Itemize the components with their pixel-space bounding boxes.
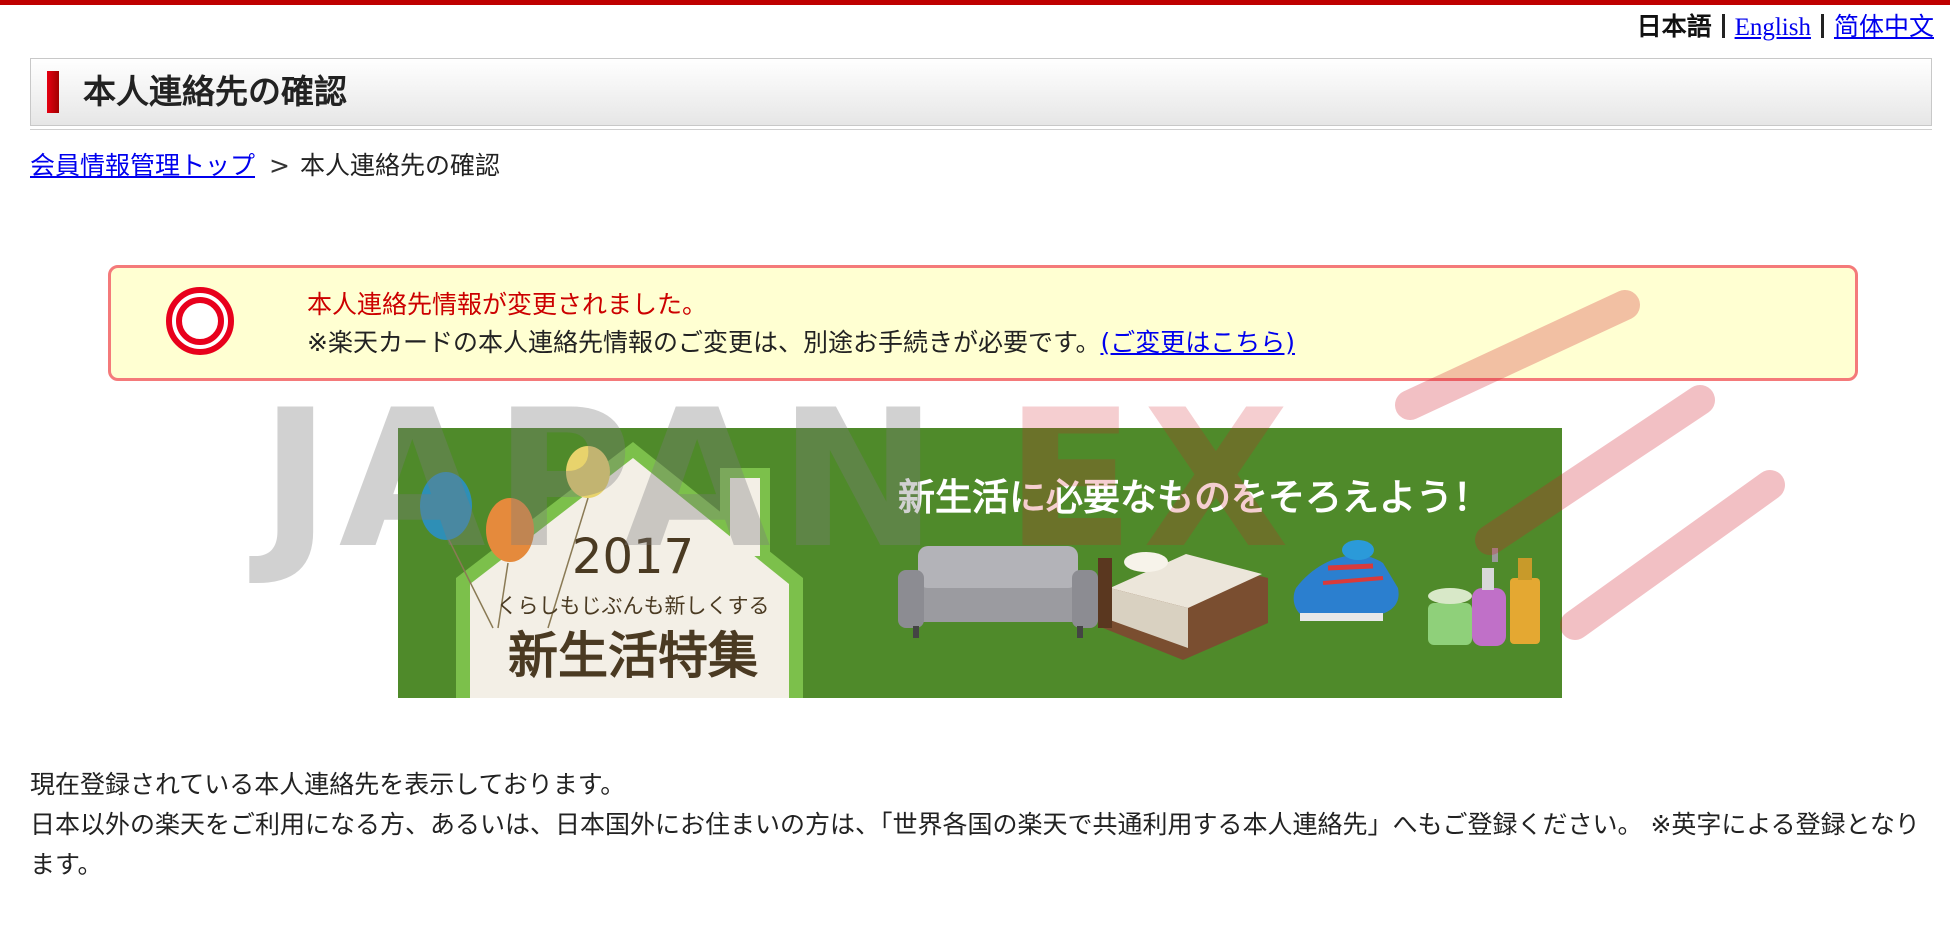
- new-life-campaign-banner[interactable]: 2017 くらしもじぶんも新しくする 新生活特集 新生活に必要なものをそろえよう…: [398, 428, 1562, 698]
- page-title-bar: 本人連絡先の確認: [30, 58, 1932, 126]
- notice-success-text: 本人連絡先情報が変更されました。: [307, 290, 708, 319]
- lang-separator: [1820, 14, 1824, 38]
- banner-year: 2017: [572, 529, 694, 585]
- house-chimney-inner: [730, 478, 760, 556]
- card-change-link[interactable]: (ご変更はこちら): [1100, 328, 1295, 357]
- banner-title: 新生活特集: [508, 627, 758, 685]
- page-title: 本人連絡先の確認: [83, 72, 347, 111]
- intro-line-1: 現在登録されている本人連絡先を表示しております。: [30, 770, 626, 799]
- lang-japanese-current: 日本語: [1636, 12, 1712, 41]
- breadcrumb-current: 本人連絡先の確認: [299, 151, 500, 180]
- lang-separator: [1721, 14, 1725, 38]
- success-notice: 本人連絡先情報が変更されました。 ※楽天カードの本人連絡先情報のご変更は、別途お…: [108, 265, 1858, 381]
- title-accent-marker: [47, 71, 59, 113]
- success-circle-icon: [166, 287, 234, 355]
- notice-card-text: ※楽天カードの本人連絡先情報のご変更は、別途お手続きが必要です。: [307, 328, 1101, 357]
- page: 日本語 English 简体中文 本人連絡先の確認 会員情報管理トップ > 本人連絡先の…: [0, 0, 1950, 930]
- banner-headline: 新生活に必要なものをそろえよう！: [898, 476, 1490, 519]
- language-switcher: 日本語 English 简体中文: [1637, 12, 1934, 43]
- breadcrumb: 会員情報管理トップ > 本人連絡先の確認: [30, 150, 500, 182]
- notice-message: 本人連絡先情報が変更されました。 ※楽天カードの本人連絡先情報のご変更は、別途お…: [307, 286, 1295, 362]
- title-divider: [30, 129, 1932, 130]
- top-accent-bar: [0, 0, 1950, 5]
- lang-chinese-link[interactable]: 简体中文: [1834, 12, 1934, 41]
- lang-english-link[interactable]: English: [1735, 14, 1811, 41]
- notice-card-line: ※楽天カードの本人連絡先情報のご変更は、別途お手続きが必要です。(ご変更はこちら…: [307, 324, 1295, 362]
- intro-text: 現在登録されている本人連絡先を表示しております。 日本以外の楽天をご利用になる方…: [30, 765, 1930, 885]
- breadcrumb-member-top-link[interactable]: 会員情報管理トップ: [30, 151, 255, 180]
- banner-subtitle: くらしもじぶんも新しくする: [497, 594, 770, 618]
- breadcrumb-separator: >: [269, 151, 290, 180]
- intro-line-2: 日本以外の楽天をご利用になる方、あるいは、日本国外にお住まいの方は、「世界各国の…: [30, 810, 1920, 879]
